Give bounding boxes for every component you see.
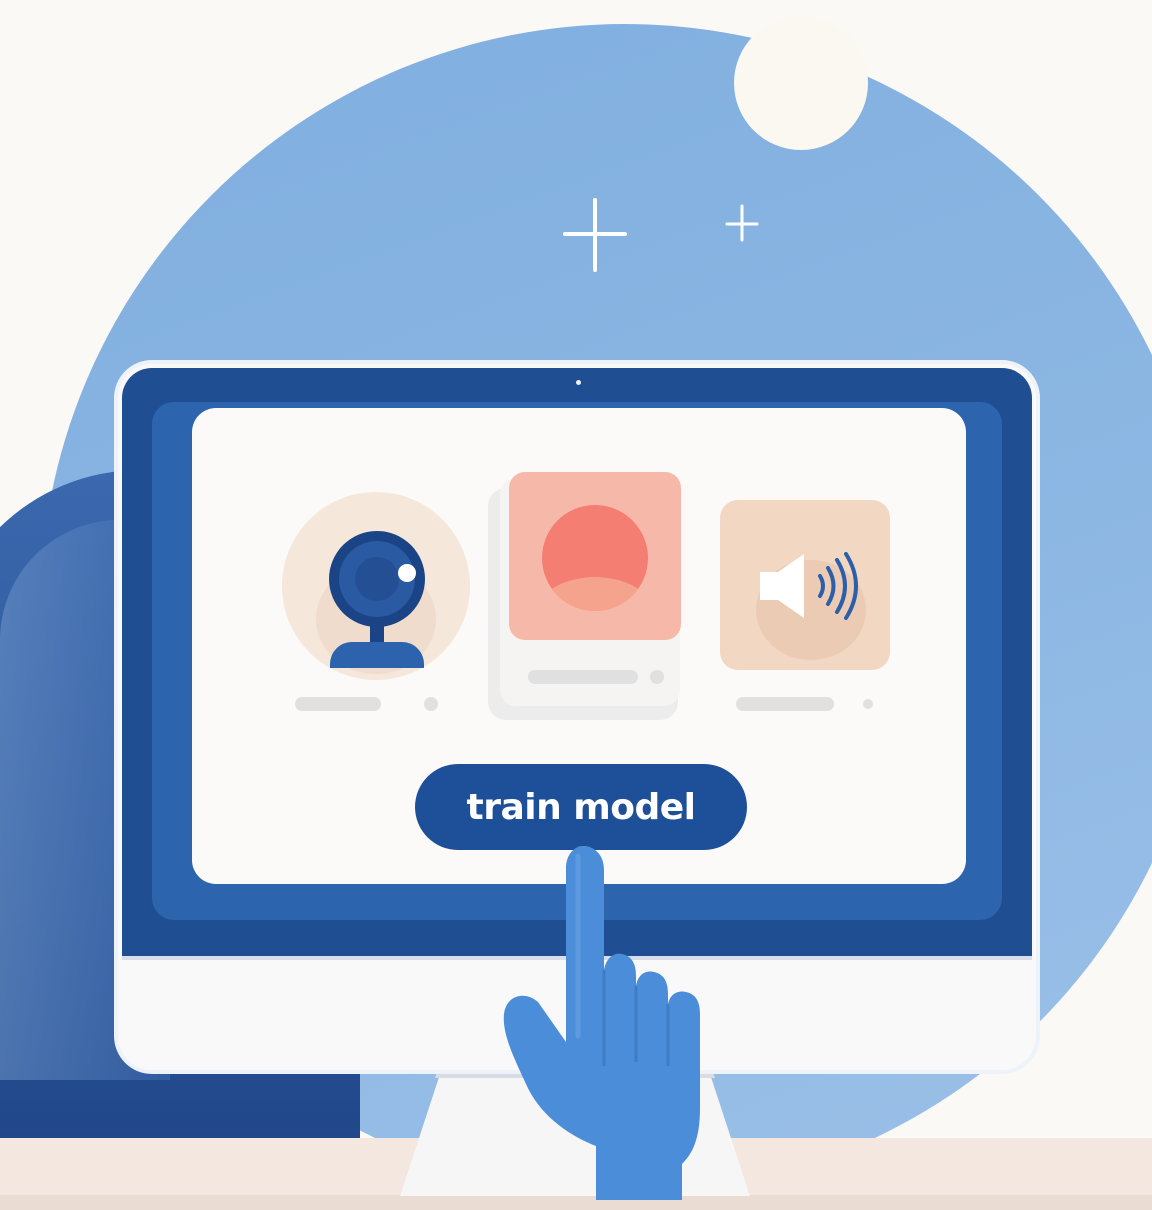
train-model-label: train model [466, 786, 696, 828]
image-label-dot [650, 670, 664, 684]
image-label-placeholder [528, 670, 638, 684]
webcam-option[interactable] [282, 492, 470, 680]
sparkle-small-icon [725, 204, 759, 242]
webcam-glint [398, 564, 416, 582]
webcam-label-dot [424, 697, 438, 711]
sparkle-icon [563, 198, 627, 272]
webcam-base [330, 642, 424, 668]
moon-shape [734, 16, 868, 150]
image-option[interactable] [509, 472, 681, 640]
image-hill-shape [542, 577, 648, 611]
audio-label-placeholder [736, 697, 834, 711]
illustration-scene: train model [0, 0, 1152, 1210]
train-model-button[interactable]: train model [415, 764, 747, 850]
image-placeholder-icon [542, 505, 648, 611]
audio-label-dot [863, 699, 873, 709]
audio-option[interactable] [720, 500, 890, 670]
speaker-icon [760, 552, 858, 620]
monitor-camera-dot [576, 380, 581, 385]
webcam-lens-core [355, 557, 399, 601]
webcam-label-placeholder [295, 697, 381, 711]
pointing-hand-icon [503, 846, 700, 1200]
